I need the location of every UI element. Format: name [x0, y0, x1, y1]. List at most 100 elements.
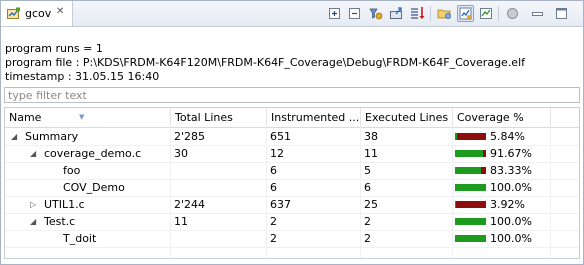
coverage-cell: 5.84%	[453, 128, 525, 145]
table-row[interactable]: COV_Demo 6 6 100.0%	[5, 179, 579, 197]
instrumented-cell: 2	[270, 232, 277, 245]
total-lines-cell	[171, 162, 174, 179]
coverage-bar	[455, 133, 486, 140]
export-icon[interactable]	[388, 5, 405, 22]
chart-icon[interactable]	[478, 5, 495, 22]
sort-icon[interactable]	[409, 5, 426, 22]
coverage-bar-covered	[455, 167, 481, 174]
collapse-all-icon[interactable]	[346, 5, 363, 22]
coverage-bar	[455, 167, 486, 174]
filter-input[interactable]	[5, 88, 571, 102]
instrumented-cell: 2	[270, 215, 277, 228]
open-folder-icon[interactable]	[436, 5, 453, 22]
toolbar-separator	[498, 6, 499, 21]
instrumented-cell: 6	[270, 164, 277, 177]
column-label: Total Lines	[175, 111, 233, 124]
coverage-percent: 100.0%	[490, 215, 532, 228]
table-row[interactable]: ◢ coverage_demo.c 30 12 11 91.67%	[5, 145, 579, 163]
total-lines-cell: 2'285	[174, 130, 206, 143]
expanded-twisty-icon[interactable]: ◢	[11, 128, 17, 145]
collapsed-twisty-icon[interactable]: ▷	[30, 196, 36, 213]
row-name: Test.c	[44, 215, 76, 228]
table-row[interactable]: ▷ UTIL1.c 2'244 637 25 3.92%	[5, 196, 579, 214]
coverage-bar	[455, 150, 486, 157]
instrumented-cell: 12	[270, 147, 284, 160]
table-row[interactable]: foo 6 5 83.33%	[5, 162, 579, 180]
coverage-bar-covered	[455, 218, 486, 225]
view-tab-bar: gcov ✕	[1, 1, 583, 27]
total-lines-cell: 30	[174, 147, 188, 160]
coverage-cell: 83.33%	[453, 162, 532, 179]
coverage-bar-uncovered	[456, 201, 486, 208]
close-icon[interactable]: ✕	[56, 6, 64, 17]
column-header-total-lines[interactable]: Total Lines	[171, 108, 267, 127]
executed-lines-cell: 38	[364, 130, 378, 143]
expanded-twisty-icon[interactable]: ◢	[30, 145, 36, 162]
total-lines-cell	[171, 179, 174, 196]
coverage-bar-uncovered	[481, 167, 486, 174]
coverage-bar	[455, 218, 486, 225]
table-row[interactable]: ◢ Test.c 11 2 2 100.0%	[5, 213, 579, 231]
instrumented-cell: 637	[270, 198, 291, 211]
coverage-percent: 100.0%	[490, 181, 532, 194]
column-header-executed-lines[interactable]: Executed Lines	[361, 108, 453, 127]
tab-label: gcov	[25, 7, 52, 20]
total-lines-cell: 11	[174, 215, 188, 228]
row-name: UTIL1.c	[44, 198, 85, 211]
coverage-cell: 100.0%	[453, 179, 532, 196]
coverage-cell: 3.92%	[453, 196, 525, 213]
program-file: program file : P:\KDS\FRDM-K64F120M\FRDM…	[5, 56, 526, 69]
row-name: coverage_demo.c	[44, 147, 142, 160]
coverage-bar-uncovered	[483, 150, 486, 157]
filter-icon[interactable]	[367, 5, 384, 22]
column-label: Instrumented ...	[271, 111, 360, 124]
total-lines-cell: 2'244	[174, 198, 206, 211]
column-label: Coverage %	[457, 111, 524, 124]
row-name: COV_Demo	[63, 181, 125, 194]
table-row[interactable]: T_doit 2 2 100.0%	[5, 230, 579, 248]
executed-lines-cell: 25	[364, 198, 378, 211]
executed-lines-cell: 6	[364, 181, 371, 194]
coverage-bar-uncovered	[457, 133, 486, 140]
minimize-icon[interactable]	[529, 5, 546, 22]
executed-lines-cell: 11	[364, 147, 378, 160]
tab-gcov[interactable]: gcov ✕	[1, 1, 73, 26]
total-lines-cell	[171, 230, 174, 247]
column-header-instrumented[interactable]: Instrumented ...	[267, 108, 361, 127]
instrumented-cell: 6	[270, 181, 277, 194]
toolbar-separator	[430, 6, 431, 21]
gcov-view: gcov ✕ program runs = 1 program file: P…	[0, 0, 584, 265]
pin-icon[interactable]	[504, 5, 521, 22]
coverage-bar	[455, 235, 486, 242]
gcov-view-icon	[7, 7, 21, 23]
timestamp: timestamp : 31.05.15 16:40	[5, 70, 160, 83]
executed-lines-cell: 5	[364, 164, 371, 177]
executed-lines-cell: 2	[364, 232, 371, 245]
expanded-twisty-icon[interactable]: ◢	[30, 213, 36, 230]
executed-lines-cell: 2	[364, 215, 371, 228]
column-header-name[interactable]: Name ▼	[5, 108, 171, 127]
program-runs: program runs = 1	[5, 42, 103, 55]
maximize-icon[interactable]	[553, 5, 570, 22]
column-header-coverage[interactable]: Coverage %	[453, 108, 551, 127]
coverage-bar-covered	[455, 235, 486, 242]
column-label: Name	[9, 111, 42, 124]
coverage-cell: 100.0%	[453, 230, 532, 247]
sort-indicator-icon: ▼	[79, 113, 85, 121]
coverage-table: Name ▼ Total Lines Instrumented ... Exec…	[4, 107, 580, 259]
filter-box	[4, 87, 580, 103]
coverage-percent: 100.0%	[490, 232, 532, 245]
table-row[interactable]: ◢ Summary 2'285 651 38 5.84%	[5, 128, 579, 146]
coverage-percent: 83.33%	[490, 164, 532, 177]
coverage-percent: 91.67%	[490, 147, 532, 160]
instrumented-cell: 651	[270, 130, 291, 143]
row-name: foo	[63, 164, 81, 177]
expand-all-icon[interactable]	[326, 5, 343, 22]
coverage-percent: 5.84%	[490, 130, 525, 143]
column-label: Executed Lines	[365, 111, 449, 124]
row-name: T_doit	[63, 232, 97, 245]
coverage-cell: 100.0%	[453, 213, 532, 230]
row-name: Summary	[25, 130, 79, 143]
table-header: Name ▼ Total Lines Instrumented ... Exec…	[5, 108, 579, 128]
toggle-view-icon[interactable]	[457, 5, 474, 22]
